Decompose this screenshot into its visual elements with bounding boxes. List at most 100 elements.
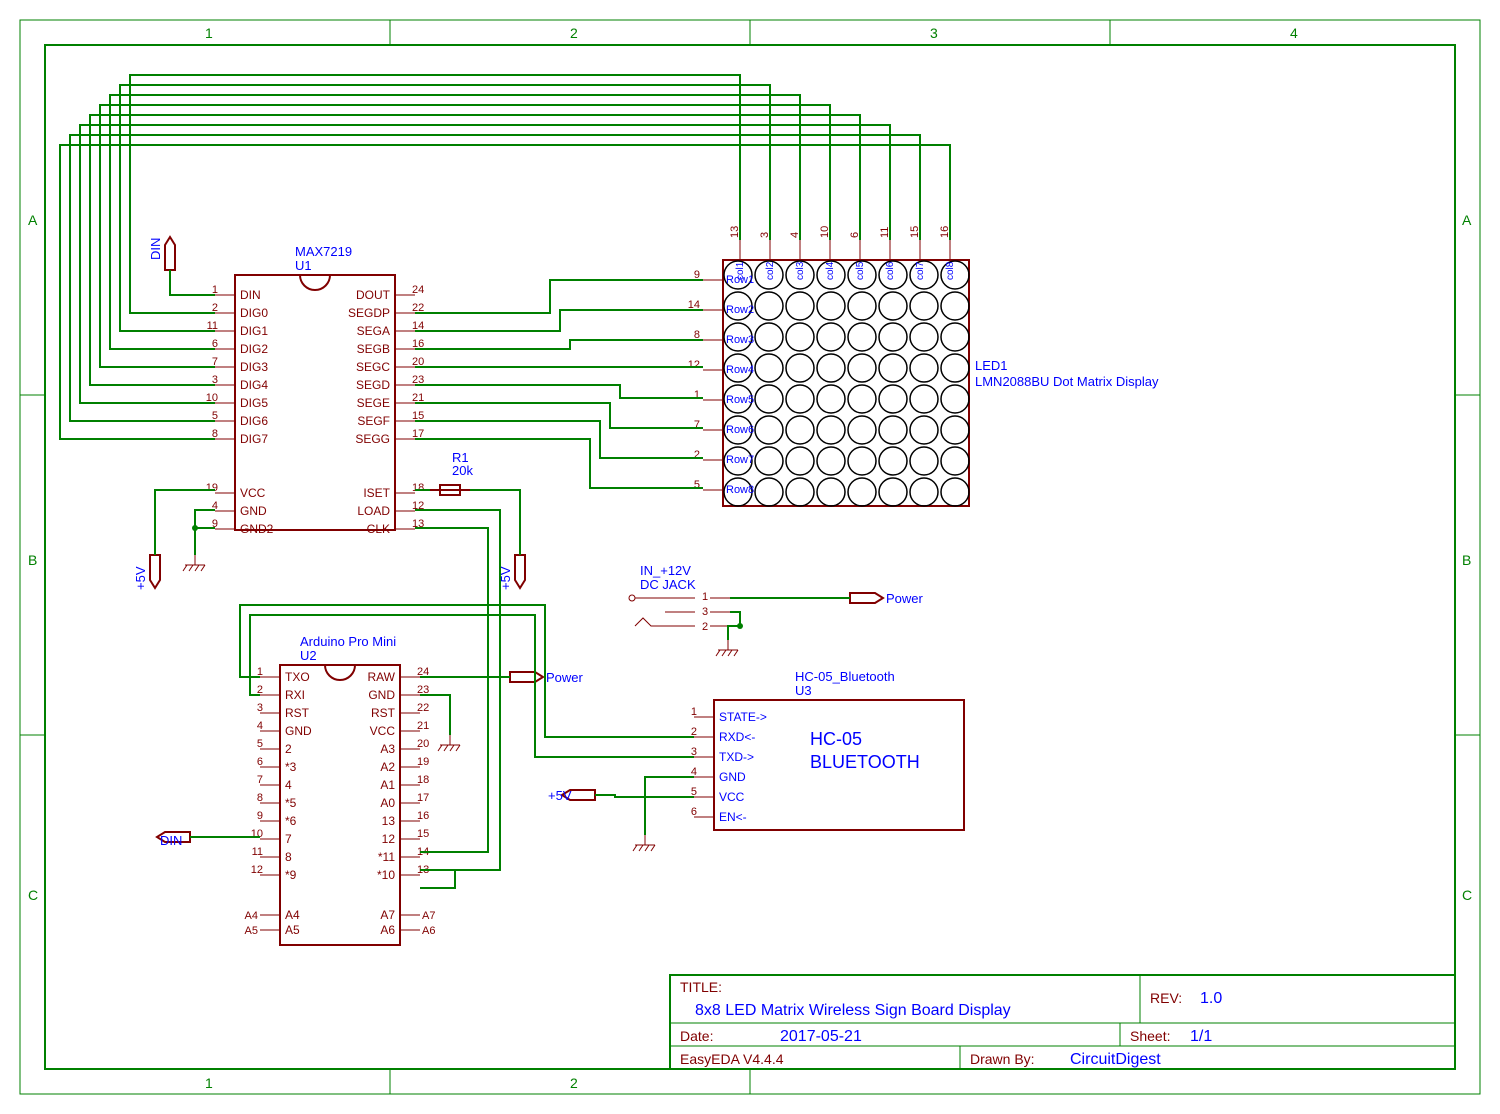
svg-text:A5: A5 — [285, 923, 300, 937]
netlabel-din-top[interactable]: DIN — [148, 237, 175, 270]
svg-text:A1: A1 — [380, 778, 395, 792]
svg-text:C: C — [1462, 887, 1472, 903]
svg-text:Row4: Row4 — [726, 364, 754, 376]
u2-left-pins: 1TXO2RXI3RST4GND526*3748*59*610711812*9 — [251, 666, 312, 882]
svg-text:col5: col5 — [855, 261, 866, 280]
svg-text:20k: 20k — [452, 463, 473, 478]
svg-text:STATE->: STATE-> — [719, 710, 767, 724]
svg-text:12: 12 — [382, 832, 396, 846]
svg-text:17: 17 — [417, 792, 429, 804]
svg-text:21: 21 — [417, 720, 429, 732]
svg-text:SEGC: SEGC — [356, 360, 390, 374]
dc-jack[interactable]: IN_+12V DC JACK 1 3 2 — [629, 563, 730, 633]
u1-left-pins: 1DIN2DIG011DIG16DIG27DIG33DIG410DIG55DIG… — [206, 284, 274, 536]
svg-text:DOUT: DOUT — [356, 288, 391, 302]
svg-text:DIG2: DIG2 — [240, 342, 268, 356]
svg-text:EN<-: EN<- — [719, 810, 747, 824]
svg-text:7: 7 — [257, 774, 263, 786]
svg-text:13: 13 — [382, 814, 396, 828]
svg-text:22: 22 — [417, 702, 429, 714]
svg-text:10: 10 — [251, 828, 263, 840]
u2-right-pins: 24RAW23GND22RST21VCC20A319A218A117A01613… — [367, 666, 429, 882]
svg-text:Row5: Row5 — [726, 394, 754, 406]
svg-text:SEGDP: SEGDP — [348, 306, 390, 320]
svg-text:EasyEDA V4.4.4: EasyEDA V4.4.4 — [680, 1051, 784, 1067]
svg-text:DIG1: DIG1 — [240, 324, 268, 338]
svg-text:DIN: DIN — [240, 288, 261, 302]
svg-text:1: 1 — [702, 591, 708, 603]
netlabel-5v-u1vcc[interactable]: +5V — [133, 555, 160, 590]
svg-text:Row7: Row7 — [726, 454, 754, 466]
svg-text:4: 4 — [1290, 25, 1298, 41]
svg-text:8x8 LED Matrix Wireless Sign B: 8x8 LED Matrix Wireless Sign Board Displ… — [695, 1002, 1011, 1019]
svg-text:18: 18 — [417, 774, 429, 786]
svg-text:SEGB: SEGB — [357, 342, 390, 356]
svg-text:col3: col3 — [795, 261, 806, 280]
svg-text:SEGD: SEGD — [356, 378, 390, 392]
svg-text:TXD->: TXD-> — [719, 750, 754, 764]
svg-text:TXO: TXO — [285, 670, 310, 684]
outer-border — [20, 20, 1480, 1094]
netlabel-power-raw[interactable]: Power — [510, 670, 584, 685]
svg-text:*3: *3 — [285, 760, 297, 774]
svg-text:VCC: VCC — [370, 724, 396, 738]
schematic-canvas[interactable]: 1 2 3 4 1 2 A B C A B C TITLE: 8x8 L — [0, 0, 1500, 1114]
svg-text:col7: col7 — [915, 261, 926, 280]
svg-text:+5V: +5V — [548, 788, 572, 803]
svg-text:col6: col6 — [885, 261, 896, 280]
svg-text:ISET: ISET — [363, 486, 390, 500]
svg-text:1.0: 1.0 — [1200, 990, 1222, 1007]
svg-text:IN_+12V: IN_+12V — [640, 563, 691, 578]
svg-text:A6: A6 — [380, 923, 395, 937]
svg-text:11: 11 — [252, 846, 263, 858]
svg-text:A3: A3 — [380, 742, 395, 756]
svg-text:*9: *9 — [285, 868, 297, 882]
svg-text:1: 1 — [205, 25, 213, 41]
svg-text:DIG5: DIG5 — [240, 396, 268, 410]
svg-text:CLK: CLK — [367, 522, 390, 536]
svg-text:A0: A0 — [380, 796, 395, 810]
led1-matrix[interactable]: LED1 LMN2088BU Dot Matrix Display 9Row11… — [688, 226, 1159, 506]
svg-text:DIN: DIN — [148, 238, 163, 260]
u3-bluetooth[interactable]: U3 HC-05_Bluetooth HC-05 BLUETOOTH 1STAT… — [691, 669, 964, 830]
svg-text:4: 4 — [285, 778, 292, 792]
svg-text:2: 2 — [285, 742, 292, 756]
svg-text:CircuitDigest: CircuitDigest — [1070, 1051, 1161, 1068]
svg-text:15: 15 — [417, 828, 429, 840]
svg-text:5: 5 — [694, 479, 700, 491]
gnd-symbols — [183, 555, 738, 851]
svg-text:A4: A4 — [245, 910, 258, 922]
svg-text:*5: *5 — [285, 796, 297, 810]
svg-text:DIG3: DIG3 — [240, 360, 268, 374]
netlabel-power-jack[interactable]: Power — [850, 591, 924, 606]
svg-text:col2: col2 — [765, 261, 776, 280]
netlabel-din-left[interactable]: DIN — [157, 832, 190, 848]
svg-text:U2: U2 — [300, 648, 317, 663]
netlabel-5v-bt[interactable]: +5V — [548, 788, 595, 803]
svg-text:A6: A6 — [422, 925, 435, 937]
svg-text:Date:: Date: — [680, 1028, 713, 1044]
u2-bottom-pins: A4A4A5A5A7A7A6A6 — [245, 908, 436, 937]
svg-text:2: 2 — [570, 1075, 578, 1091]
svg-text:6: 6 — [257, 756, 263, 768]
svg-text:1: 1 — [205, 1075, 213, 1091]
frame-top-labels: 1 2 3 4 — [205, 20, 1298, 45]
svg-text:8: 8 — [257, 792, 263, 804]
svg-text:A5: A5 — [245, 925, 258, 937]
svg-text:DC JACK: DC JACK — [640, 577, 696, 592]
frame-right-labels: A B C — [1455, 212, 1480, 903]
svg-text:Row2: Row2 — [726, 304, 754, 316]
svg-text:Row8: Row8 — [726, 484, 754, 496]
svg-text:A2: A2 — [380, 760, 395, 774]
svg-text:Drawn By:: Drawn By: — [970, 1051, 1035, 1067]
svg-text:GND: GND — [368, 688, 395, 702]
svg-text:3: 3 — [702, 606, 708, 618]
svg-text:A4: A4 — [285, 908, 300, 922]
r1-resistor[interactable]: R1 20k — [430, 450, 473, 495]
svg-text:RXI: RXI — [285, 688, 305, 702]
u2-arduino[interactable]: U2 Arduino Pro Mini 1TXO2RXI3RST4GND526*… — [245, 634, 436, 945]
led-row-pins: 9Row114Row28Row312Row41Row57Row62Row75Ro… — [688, 269, 754, 496]
u1-max7219[interactable]: U1 MAX7219 1DIN2DIG011DIG16DIG27DIG33DIG… — [206, 244, 425, 536]
svg-text:col4: col4 — [825, 261, 836, 280]
netlabel-5v-iset[interactable]: +5V — [498, 555, 525, 590]
